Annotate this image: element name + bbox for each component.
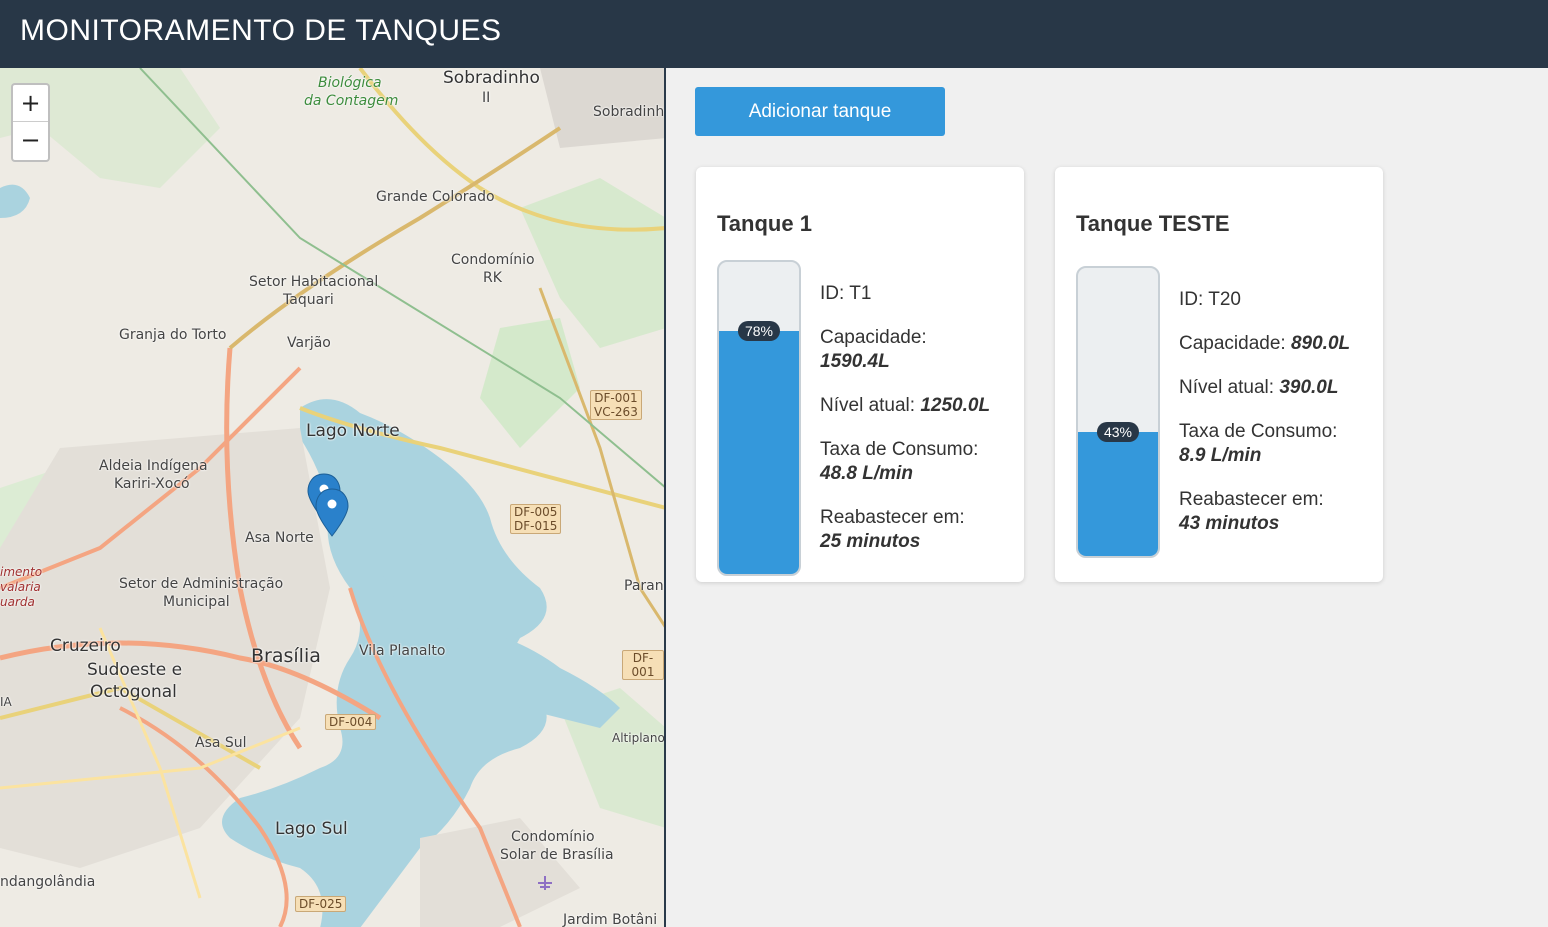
map-label-biologica: Biológica	[318, 75, 382, 91]
map-label-jardim: Jardim Botâni	[563, 912, 658, 927]
map-label-candangolandia: ndangolândia	[0, 874, 96, 890]
tank-capacity: Capacidade: 890.0L	[1179, 332, 1350, 356]
zoom-out-button[interactable]: −	[13, 122, 48, 159]
tank-gauge: 78%	[717, 260, 801, 576]
tank-refill-value: 43 minutos	[1179, 513, 1280, 534]
page-title: MONITORAMENTO DE TANQUES	[20, 14, 502, 47]
map-label-grande-colorado: Grande Colorado	[376, 189, 495, 205]
tank-level-badge: 78%	[737, 320, 781, 341]
road-shield-df004: DF-004	[325, 714, 377, 730]
tank-level-label: Nível atual:	[820, 395, 916, 416]
tank-rate-value: 48.8 L/min	[820, 463, 913, 484]
map-label-municipal: Municipal	[163, 594, 230, 610]
map-label-octogonal: Octogonal	[90, 682, 177, 702]
road-shield-df001-vc263: DF-001 VC-263	[590, 390, 642, 420]
zoom-control: + −	[11, 83, 50, 162]
tank-id: ID: T1	[820, 283, 872, 304]
map-label-kariri: Kariri-Xocó	[114, 476, 190, 492]
tank-level: Nível atual: 390.0L	[1179, 376, 1350, 400]
map-label-sobradinho2-ii: II	[482, 90, 491, 106]
tank-gauge: 43%	[1076, 266, 1160, 558]
map-label-lago-norte: Lago Norte	[306, 421, 400, 441]
tank-info: ID: T20 Capacidade: 890.0L Nível atual: …	[1179, 288, 1350, 556]
app-header: MONITORAMENTO DE TANQUES	[0, 0, 1548, 68]
map-label-cruzeiro: Cruzeiro	[50, 636, 121, 656]
tank-rate: Taxa de Consumo: 8.9 L/min	[1179, 420, 1350, 468]
road-shield-df005-df015: DF-005 DF-015	[510, 504, 562, 534]
tank-level-value: 1250.0L	[920, 395, 991, 416]
map-label-aldeia: Aldeia Indígena	[99, 458, 208, 474]
map-label-parano: Paran	[624, 578, 664, 594]
tank-capacity-label: Capacidade:	[1179, 333, 1286, 354]
map-label-setor-adm: Setor de Administração	[119, 576, 284, 592]
map-label-condominio-rk: Condomínio	[451, 252, 535, 268]
tank-level-label: Nível atual:	[1179, 377, 1275, 398]
tank-name: Tanque TESTE	[1076, 211, 1230, 236]
tank-gauge-fill	[719, 330, 799, 574]
road-shield-df001: DF-001	[622, 650, 664, 680]
tank-gauge-fill	[1078, 432, 1158, 556]
tank-capacity: Capacidade: 1590.4L	[820, 326, 990, 374]
map-label-granja: Granja do Torto	[119, 327, 227, 343]
road-shield-text: DF-005	[514, 505, 558, 519]
tank-card: Tanque 1 78% ID: T1 Capacidade: 1590.4L N…	[696, 167, 1024, 582]
tank-rate-label: Taxa de Consumo:	[820, 439, 979, 460]
tank-name: Tanque 1	[717, 211, 812, 236]
tank-info: ID: T1 Capacidade: 1590.4L Nível atual: 1…	[820, 282, 990, 574]
map-tiles	[0, 68, 664, 927]
map-label-sobradinho2: Sobradinho	[443, 68, 540, 88]
tank-refill-label: Reabastecer em:	[1179, 489, 1324, 510]
map-label-asa-norte: Asa Norte	[245, 530, 314, 546]
map-label-taquari: Taquari	[283, 292, 334, 308]
map-view[interactable]: Biológica da Contagem Sobradinho II Sobr…	[0, 68, 666, 927]
road-shield-text: VC-263	[594, 405, 638, 419]
road-shield-text: DF-001	[594, 391, 638, 405]
tank-rate-value: 8.9 L/min	[1179, 445, 1262, 466]
map-label-solar: Solar de Brasília	[500, 847, 614, 863]
tank-capacity-value: 1590.4L	[820, 351, 890, 372]
road-shield-text: DF-015	[514, 519, 558, 533]
tank-rate: Taxa de Consumo: 48.8 L/min	[820, 438, 990, 486]
tank-capacity-label: Capacidade:	[820, 327, 927, 348]
map-label-sobradinho: Sobradinh	[593, 104, 665, 120]
map-label-ia: IA	[0, 695, 12, 709]
road-shield-df025: DF-025	[295, 896, 347, 912]
add-tank-button[interactable]: Adicionar tanque	[695, 87, 945, 136]
map-label-varjao: Varjão	[287, 335, 331, 351]
map-label-sudoeste: Sudoeste e	[87, 660, 183, 680]
tank-capacity-value: 890.0L	[1290, 333, 1351, 354]
tank-level: Nível atual: 1250.0L	[820, 394, 990, 418]
map-label-asa-sul: Asa Sul	[195, 735, 247, 751]
tank-id: ID: T20	[1179, 289, 1241, 310]
map-label-setor-hab: Setor Habitacional	[249, 274, 379, 290]
tank-card: Tanque TESTE 43% ID: T20 Capacidade: 890…	[1055, 167, 1383, 582]
map-label-imento: imento	[0, 565, 43, 579]
tank-refill-label: Reabastecer em:	[820, 507, 965, 528]
map-label-vila-planalto: Vila Planalto	[359, 643, 446, 659]
tank-refill: Reabastecer em: 43 minutos	[1179, 488, 1350, 536]
tank-refill: Reabastecer em: 25 minutos	[820, 506, 990, 554]
map-label-altiplano: Altiplano	[612, 731, 665, 745]
map-label-cond-solar: Condomínio	[511, 829, 595, 845]
map-label-rk: RK	[483, 270, 502, 286]
map-label-avalaria: valaria	[0, 580, 41, 594]
tank-rate-label: Taxa de Consumo:	[1179, 421, 1338, 442]
map-label-lago-sul: Lago Sul	[275, 819, 348, 839]
map-label-contagem: da Contagem	[304, 93, 399, 109]
map-label-brasilia: Brasília	[251, 645, 321, 667]
map-label-uarda: uarda	[0, 595, 35, 609]
tank-level-badge: 43%	[1096, 422, 1140, 443]
tank-level-value: 390.0L	[1279, 377, 1339, 398]
zoom-in-button[interactable]: +	[13, 85, 48, 122]
tank-refill-value: 25 minutos	[820, 531, 921, 552]
